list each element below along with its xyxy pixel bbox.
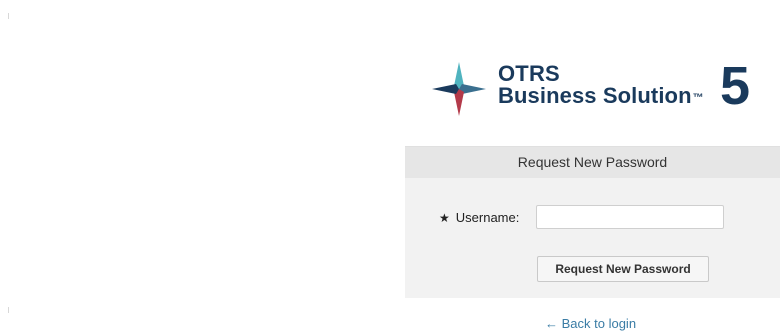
trademark-symbol: ™ (692, 92, 704, 104)
logo-business-solution-text: Business Solution (498, 83, 692, 108)
edge-mark-top (8, 13, 9, 19)
logo-wordmark: OTRS Business Solution™ (498, 63, 704, 107)
username-row: ★ Username: (405, 204, 780, 232)
edge-mark-bottom (8, 307, 9, 313)
otrs-logo: OTRS Business Solution™ 5 (430, 56, 770, 118)
logo-line-otrs: OTRS (498, 61, 560, 86)
logo-version-number: 5 (720, 56, 751, 116)
required-star-icon: ★ (439, 211, 450, 225)
request-password-panel: Request New Password ★ Username: Request … (405, 146, 780, 298)
username-input[interactable] (536, 205, 724, 229)
logo-line-business-solution: Business Solution™ (498, 85, 704, 107)
request-new-password-button[interactable]: Request New Password (537, 256, 709, 282)
panel-title: Request New Password (405, 146, 780, 178)
username-label-text: Username: (455, 210, 520, 225)
otrs-star-logo-icon (432, 62, 486, 116)
username-label: ★ Username: (439, 210, 519, 225)
